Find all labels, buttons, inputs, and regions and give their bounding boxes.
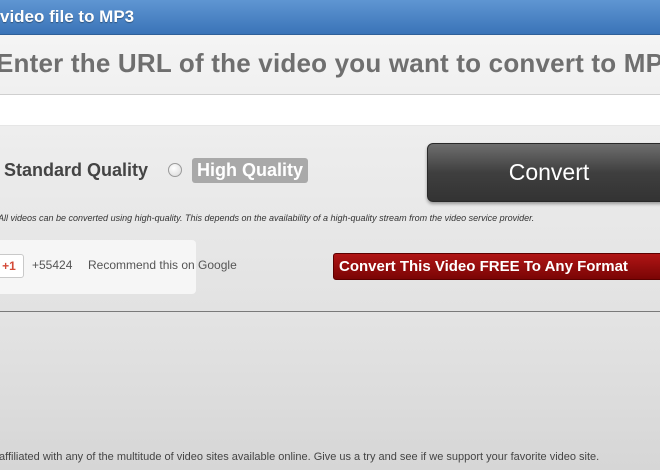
high-quality-radio[interactable] <box>168 163 182 177</box>
footer-text: affiliated with any of the multitude of … <box>0 451 600 463</box>
convert-free-any-format-button[interactable]: Convert This Video FREE To Any Format <box>333 253 660 280</box>
high-quality-note: All videos can be converted using high-q… <box>0 213 535 223</box>
lower-panel <box>0 312 660 470</box>
google-plus-one-button[interactable]: +1 <box>0 254 24 278</box>
recommend-text: Recommend this on Google <box>88 258 237 272</box>
title-bar: video file to MP3 <box>0 0 660 35</box>
plus-one-count: +55424 <box>32 258 73 272</box>
url-prompt: Enter the URL of the video you want to c… <box>0 48 660 78</box>
page-title: video file to MP3 <box>0 7 135 26</box>
high-quality-label[interactable]: High Quality <box>192 158 309 183</box>
standard-quality-label[interactable]: Standard Quality <box>4 160 148 181</box>
convert-button[interactable]: Convert <box>427 143 660 202</box>
video-url-input[interactable] <box>0 94 660 126</box>
